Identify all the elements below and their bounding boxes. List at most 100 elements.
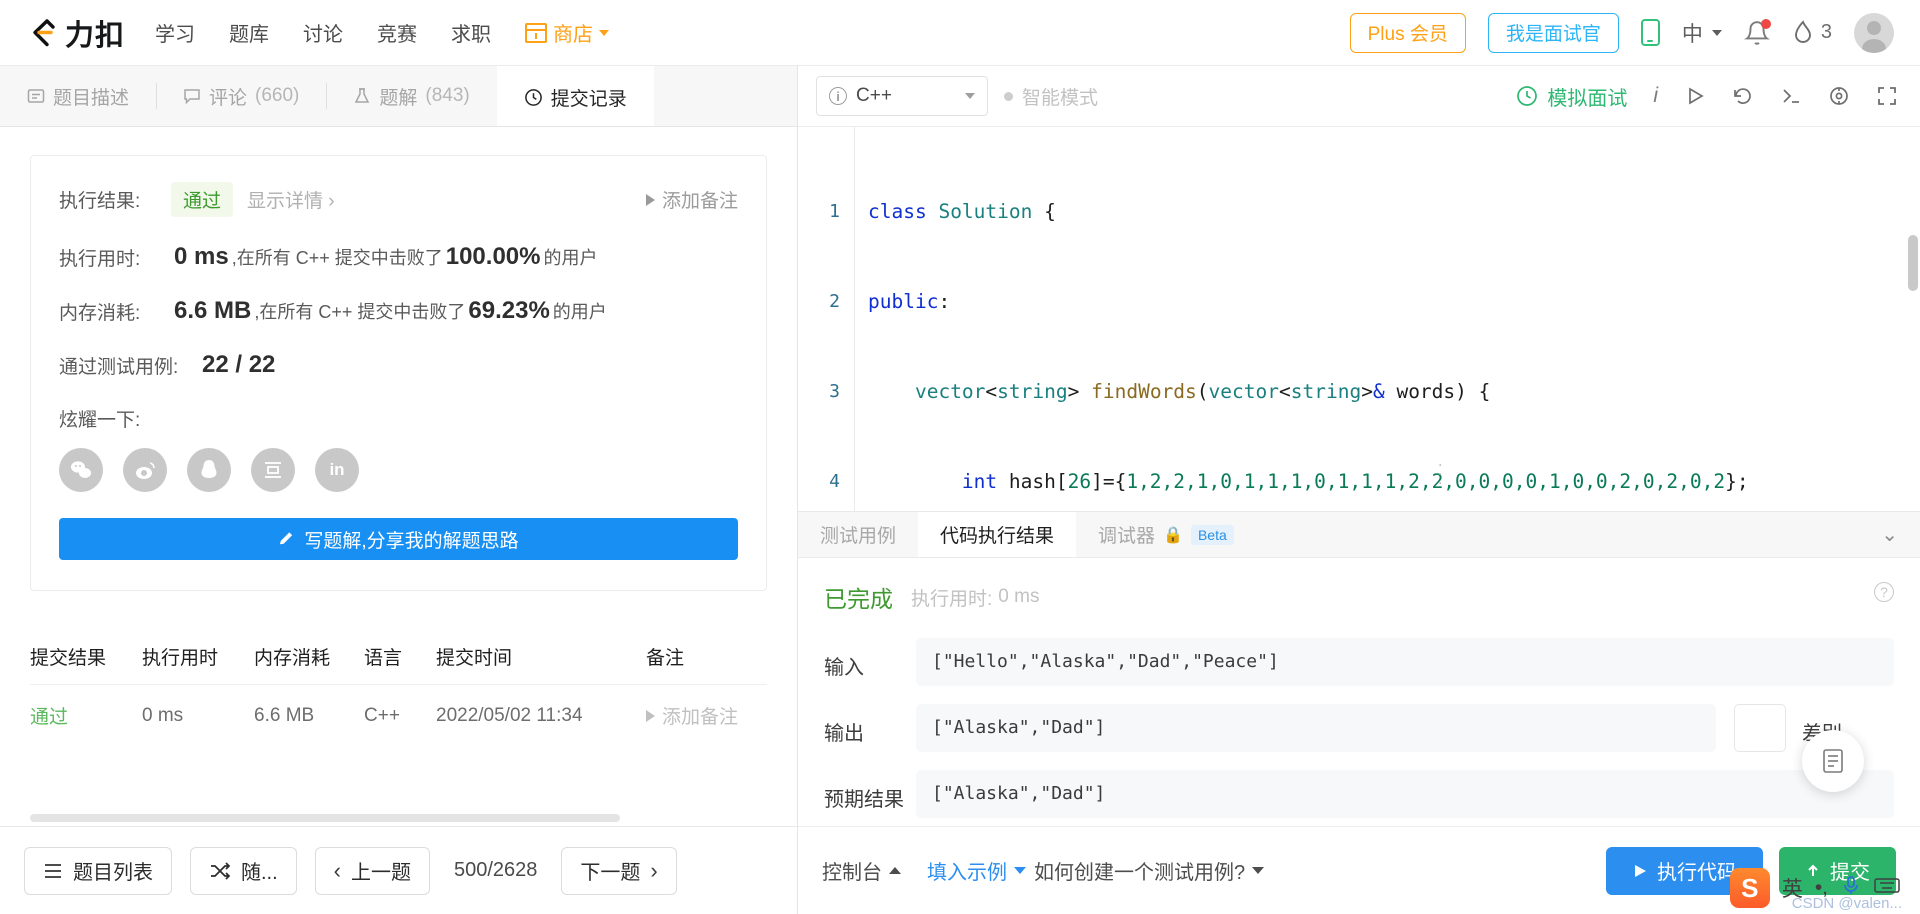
- wechat-icon[interactable]: [59, 448, 103, 492]
- prev-problem-button[interactable]: ‹ 上一题: [314, 846, 430, 895]
- editor-vertical-scrollbar[interactable]: [1908, 235, 1918, 291]
- smart-mode-toggle[interactable]: 智能模式: [1004, 83, 1098, 110]
- tab-solutions-label: 题解: [379, 87, 418, 109]
- write-solution-label: 写题解,分享我的解题思路: [304, 530, 519, 552]
- output-row: 输出 ["Alaska","Dad"] 差别: [824, 704, 1894, 752]
- code-line: 3 vector<string> findWords(vector<string…: [798, 377, 1920, 407]
- chevron-up-icon: [889, 867, 901, 874]
- code-content[interactable]: 1 class Solution { 2 public: 3 vector<stri…: [798, 127, 1920, 511]
- plus-membership-button[interactable]: Plus 会员: [1349, 12, 1466, 53]
- mock-interview-button[interactable]: 模拟面试: [1516, 82, 1627, 111]
- feedback-floating-button[interactable]: [1802, 730, 1864, 792]
- nav-study[interactable]: 学习: [155, 18, 195, 47]
- sogou-icon[interactable]: S: [1729, 868, 1770, 908]
- runtime-value: 0 ms: [174, 243, 229, 270]
- line-number: 4: [829, 471, 840, 492]
- line-number: 3: [829, 381, 840, 402]
- random-problem-button[interactable]: 随...: [190, 846, 297, 895]
- user-avatar[interactable]: [1854, 12, 1894, 53]
- input-label: 输入: [824, 657, 864, 679]
- expected-row: 预期结果 ["Alaska","Dad"]: [824, 770, 1894, 818]
- row-add-note-button[interactable]: 添加备注: [646, 702, 767, 729]
- fill-example-button[interactable]: 填入示例: [927, 856, 1026, 885]
- col-memory: 内存消耗: [254, 648, 331, 669]
- how-to-create-label: 如何创建一个测试用例?: [1034, 862, 1246, 884]
- settings-icon[interactable]: [1828, 85, 1850, 107]
- tab-submissions-label: 提交记录: [550, 88, 627, 110]
- problem-list-button[interactable]: 题目列表: [24, 846, 172, 895]
- left-content-scroll[interactable]: 执行结果: 通过 显示详情 › 添加备注 执行用时: 0 ms ,在所有 C++…: [0, 127, 797, 826]
- tab-testcase[interactable]: 测试用例: [798, 512, 918, 557]
- linkedin-icon[interactable]: in: [315, 448, 359, 492]
- row-memory: 6.6 MB: [254, 704, 315, 726]
- logo[interactable]: 力扣: [26, 12, 125, 54]
- nav-jobs[interactable]: 求职: [451, 18, 491, 47]
- how-to-create-testcase[interactable]: 如何创建一个测试用例?: [1034, 856, 1265, 885]
- tab-debugger[interactable]: 调试器 🔒 Beta: [1076, 512, 1256, 557]
- runtime-label: 执行用时:: [59, 248, 141, 270]
- next-problem-button[interactable]: 下一题 ›: [561, 846, 677, 895]
- tab-description-label: 题目描述: [53, 87, 130, 109]
- exec-result-label: 执行结果:: [59, 191, 141, 212]
- input-row: 输入 ["Hello","Alaska","Dad","Peace"]: [824, 638, 1894, 686]
- add-note-label: 添加备注: [661, 191, 738, 212]
- nav-discuss[interactable]: 讨论: [303, 18, 343, 47]
- console-toggle[interactable]: 控制台: [822, 856, 901, 885]
- table-row[interactable]: 通过 0 ms 6.6 MB C++ 2022/05/02 11:34 添加备注: [30, 685, 767, 746]
- help-icon[interactable]: ?: [1874, 582, 1894, 602]
- nav-problemset[interactable]: 题库: [229, 18, 269, 47]
- logo-text: 力扣: [65, 19, 126, 52]
- tab-comments[interactable]: 评论 (660): [156, 66, 326, 126]
- nav-shop[interactable]: 商店: [525, 18, 610, 47]
- problem-list-label: 题目列表: [73, 862, 153, 884]
- show-detail-link[interactable]: 显示详情 ›: [247, 186, 335, 213]
- fold-indicator-icon[interactable]: ...: [1438, 454, 1442, 488]
- notification-dot: [1760, 18, 1771, 29]
- expected-label: 预期结果: [824, 789, 904, 811]
- memory-percentile: 69.23%: [468, 297, 550, 324]
- nav-contest[interactable]: 竞赛: [377, 18, 417, 47]
- interviewer-button[interactable]: 我是面试官: [1487, 12, 1619, 53]
- info-icon[interactable]: i: [1653, 84, 1658, 108]
- douban-icon[interactable]: [251, 448, 295, 492]
- add-note-button[interactable]: 添加备注: [645, 186, 738, 213]
- exec-result-row: 执行结果: 通过 显示详情 › 添加备注: [59, 182, 738, 217]
- memory-text-1: ,在所有 C++ 提交中击败了: [254, 302, 466, 322]
- main-nav: 学习 题库 讨论 竞赛 求职 商店: [155, 18, 610, 47]
- site-header: 力扣 学习 题库 讨论 竞赛 求职 商店 Plus 会员 我是面试官 中 3: [0, 0, 1920, 66]
- diff-toggle[interactable]: [1734, 704, 1786, 752]
- runtime-text-1: ,在所有 C++ 提交中击败了: [231, 248, 443, 268]
- share-icons: in: [59, 448, 738, 492]
- qq-icon[interactable]: [187, 448, 231, 492]
- tab-description[interactable]: 题目描述: [0, 66, 156, 126]
- tab-code-result[interactable]: 代码执行结果: [918, 512, 1077, 557]
- info-icon: i: [829, 87, 847, 105]
- language-switcher[interactable]: 中: [1682, 18, 1722, 48]
- line-number: 1: [829, 201, 840, 222]
- next-problem-label: 下一题: [580, 862, 641, 884]
- streak-flame-icon[interactable]: 3: [1792, 19, 1832, 46]
- mobile-phone-icon[interactable]: [1640, 19, 1660, 46]
- tab-solutions[interactable]: 题解 (843): [326, 66, 496, 126]
- code-editor[interactable]: 1 class Solution { 2 public: 3 vector<stri…: [798, 127, 1920, 512]
- weibo-icon[interactable]: [123, 448, 167, 492]
- undo-icon[interactable]: [1732, 85, 1754, 107]
- submissions-table: 提交结果 执行用时 内存消耗 语言 提交时间 备注 通过 0 ms 6.6 MB…: [30, 629, 767, 746]
- collapse-console-icon[interactable]: ⌄: [1859, 512, 1920, 557]
- terminal-icon[interactable]: [1780, 85, 1802, 107]
- smart-mode-label: 智能模式: [1022, 87, 1099, 109]
- play-icon[interactable]: [1684, 85, 1706, 107]
- play-triangle-icon: [646, 709, 655, 722]
- tab-submissions[interactable]: 提交记录: [496, 66, 654, 126]
- write-solution-button[interactable]: 写题解,分享我的解题思路: [59, 518, 738, 560]
- language-select[interactable]: i C++: [816, 76, 988, 116]
- editor-toolbar-right: 模拟面试 i: [1516, 82, 1898, 111]
- horizontal-scrollbar[interactable]: [30, 814, 620, 822]
- notification-bell-icon[interactable]: [1743, 18, 1771, 46]
- tab-comments-label: 评论: [209, 87, 248, 109]
- header-right: Plus 会员 我是面试官 中 3: [1349, 12, 1894, 53]
- row-status[interactable]: 通过: [30, 702, 142, 729]
- editor-toolbar: i C++ 智能模式 模拟面试 i: [798, 66, 1920, 127]
- fullscreen-icon[interactable]: [1876, 85, 1898, 107]
- input-value[interactable]: ["Hello","Alaska","Dad","Peace"]: [916, 638, 1894, 686]
